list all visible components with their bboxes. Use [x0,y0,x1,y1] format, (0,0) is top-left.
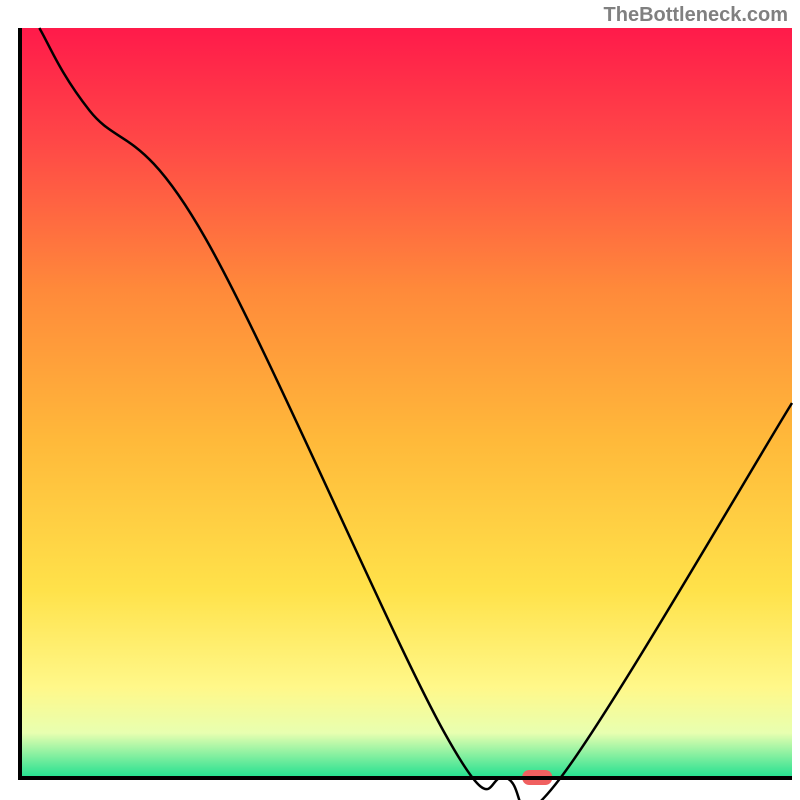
plot-background [20,28,792,778]
chart-container: TheBottleneck.com [0,0,800,800]
bottleneck-chart [0,0,800,800]
watermark-text: TheBottleneck.com [604,4,788,27]
